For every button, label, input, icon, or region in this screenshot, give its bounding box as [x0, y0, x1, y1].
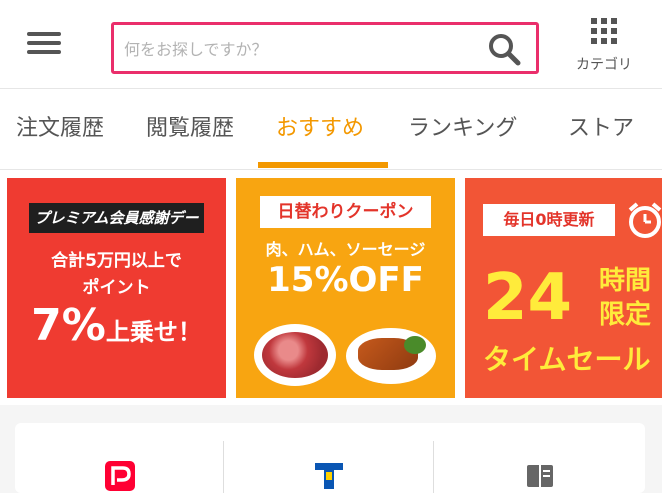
- banner-text: 肉、ハム、ソーセージ: [265, 240, 426, 259]
- paypay-icon[interactable]: [105, 461, 135, 491]
- alarm-clock-icon: [628, 202, 662, 238]
- category-label: カテゴリ: [576, 57, 632, 73]
- search-icon[interactable]: [486, 31, 522, 67]
- services-card: [15, 423, 645, 493]
- banner-headline: 7%上乗せ！: [7, 300, 226, 351]
- banner-hours: 24: [483, 261, 573, 335]
- divider: [433, 441, 434, 493]
- banner-side-line1: 時間: [599, 266, 652, 296]
- tpoint-icon[interactable]: [314, 461, 344, 491]
- grid-icon: [591, 18, 617, 44]
- divider: [223, 441, 224, 493]
- meat-image: [254, 324, 336, 386]
- banner-side-line2: 限定: [599, 300, 652, 330]
- banner-percent: 7%: [31, 300, 106, 351]
- tab-order-history[interactable]: 注文履歴: [16, 89, 104, 169]
- banner-badge: 日替わりクーポン: [260, 196, 431, 228]
- hamburger-menu-icon[interactable]: [27, 29, 63, 57]
- banner-text: ポイント: [82, 278, 151, 298]
- tab-recommended[interactable]: おすすめ: [276, 89, 364, 169]
- sausage-image: [346, 328, 436, 384]
- tab-store[interactable]: ストア: [568, 89, 634, 169]
- app-header: カテゴリ: [0, 0, 662, 89]
- tab-ranking[interactable]: ランキング: [408, 89, 517, 169]
- banner-badge: プレミアム会員感謝デー: [29, 203, 204, 233]
- banner-footer: タイムセール: [483, 343, 651, 376]
- search-box[interactable]: [111, 22, 539, 74]
- banner-headline: 15%OFF: [267, 260, 424, 300]
- book-icon[interactable]: [525, 461, 555, 491]
- time-sale-banner[interactable]: 毎日0時更新 24 時間 限定 タイムセール: [465, 178, 662, 398]
- banner-suffix: 上乗せ！: [105, 318, 202, 346]
- tab-browsing-history[interactable]: 閲覧履歴: [146, 89, 234, 169]
- premium-day-banner[interactable]: プレミアム会員感謝デー 合計5万円以上で ポイント 7%上乗せ！: [7, 178, 226, 398]
- search-input[interactable]: [122, 32, 476, 66]
- tab-bar: 注文履歴 閲覧履歴 おすすめ ランキング ストア: [0, 89, 662, 170]
- banner-badge: 毎日0時更新: [483, 204, 615, 236]
- banner-text: 合計5万円以上で: [51, 251, 182, 271]
- daily-coupon-banner[interactable]: 日替わりクーポン 肉、ハム、ソーセージ 15%OFF: [236, 178, 455, 398]
- active-tab-indicator: [258, 162, 388, 168]
- banner-carousel: プレミアム会員感謝デー 合計5万円以上で ポイント 7%上乗せ！ 日替わりクーポ…: [0, 170, 662, 405]
- category-button[interactable]: カテゴリ: [562, 18, 646, 78]
- banner-side-text: 時間 限定: [599, 264, 662, 332]
- services-section: [0, 406, 662, 493]
